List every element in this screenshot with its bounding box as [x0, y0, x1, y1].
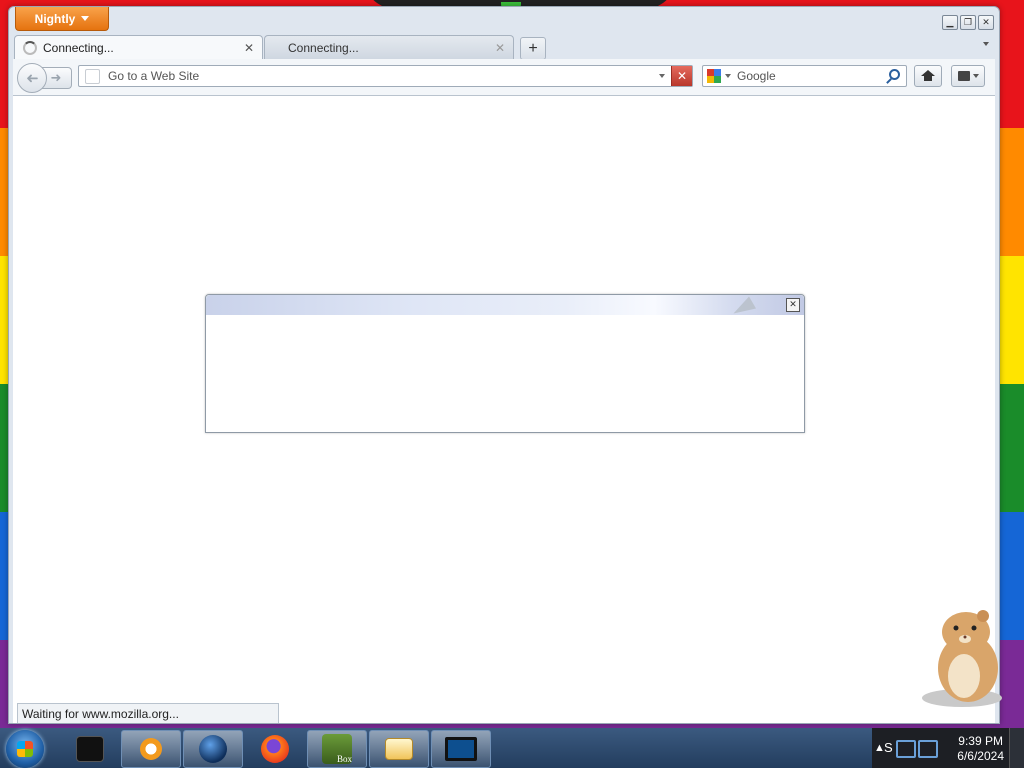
restore-icon: ❐	[963, 17, 973, 27]
search-icon[interactable]	[886, 68, 902, 84]
close-window-button[interactable]: ✕	[978, 15, 994, 30]
taskbar-item-box-game[interactable]: Box	[307, 730, 367, 768]
tab-strip: Connecting... ✕ Connecting... ✕ +	[14, 35, 999, 60]
url-input[interactable]: Go to a Web Site	[108, 69, 659, 83]
stop-button[interactable]: ✕	[671, 66, 692, 86]
monitor-icon	[445, 737, 477, 761]
tab-1[interactable]: Connecting... ✕	[14, 35, 263, 59]
popup-dialog: ✕	[205, 294, 805, 433]
site-identity-icon[interactable]	[85, 68, 100, 84]
terminal-icon	[76, 736, 104, 762]
network-icon[interactable]	[896, 740, 916, 758]
tab-2[interactable]: Connecting... ✕	[264, 35, 514, 59]
search-input[interactable]: Google	[737, 69, 886, 83]
plus-icon: +	[528, 39, 538, 57]
taskbar-item-display[interactable]	[431, 730, 491, 768]
taskbar-item-media-player[interactable]	[121, 730, 181, 768]
status-text: Waiting for www.mozilla.org...	[22, 707, 179, 721]
loading-spinner-icon	[23, 40, 37, 55]
tray-letter: S	[884, 740, 893, 755]
box-label: Box	[336, 754, 352, 764]
mouse-cursor-icon	[729, 296, 757, 320]
chevron-down-icon	[972, 74, 979, 78]
firefox-icon	[261, 735, 289, 763]
bookmarks-icon	[957, 71, 970, 81]
clock[interactable]: 9:39 PM 6/6/2024	[957, 734, 1004, 764]
display-settings-icon[interactable]	[918, 740, 938, 758]
url-history-dropdown-icon[interactable]	[659, 74, 665, 78]
navigation-toolbar: ➜ ➜ Go to a Web Site ✕ Google	[13, 59, 995, 96]
restore-button[interactable]: ❐	[960, 15, 976, 30]
status-panel: Waiting for www.mozilla.org...	[17, 703, 279, 723]
box-game-icon: Box	[322, 734, 352, 764]
app-menu-button[interactable]: Nightly	[15, 7, 109, 31]
taskbar-item-browser[interactable]	[183, 730, 243, 768]
clock-date: 6/6/2024	[957, 749, 1004, 763]
list-all-tabs-icon[interactable]	[983, 42, 989, 46]
forward-arrow-icon: ➜	[50, 70, 62, 85]
minimize-icon: ▁	[946, 17, 954, 27]
search-bar[interactable]: Google	[702, 65, 907, 87]
tab-label: Connecting...	[288, 40, 359, 55]
page-content: ✕ Waiting for www.mozilla.org...	[13, 96, 995, 723]
taskbar-item-terminal[interactable]	[60, 730, 120, 768]
taskbar-item-firefox[interactable]	[245, 730, 305, 768]
browser-window: Nightly ▁ ❐ ✕ Connecting... ✕ Connecting…	[8, 6, 1000, 724]
clock-time: 9:39 PM	[958, 734, 1003, 748]
minimize-button[interactable]: ▁	[942, 15, 958, 30]
hamster-mascot-icon	[922, 610, 1002, 707]
chevron-down-icon	[81, 16, 90, 21]
dialog-titlebar[interactable]: ✕	[206, 295, 804, 320]
url-bar[interactable]: Go to a Web Site ✕	[78, 65, 693, 87]
system-tray: ▲ S 9:39 PM 6/6/2024	[872, 728, 1024, 768]
new-tab-button[interactable]: +	[520, 37, 546, 60]
back-arrow-icon: ➜	[25, 70, 39, 87]
bookmarks-button[interactable]	[951, 65, 985, 87]
dialog-close-button[interactable]: ✕	[786, 298, 800, 312]
taskbar: Box ▲ S 9:39 PM 6/6/2024	[0, 728, 1024, 768]
close-tab-icon[interactable]: ✕	[495, 41, 505, 55]
start-button[interactable]	[6, 730, 44, 768]
search-engine-dropdown-icon[interactable]	[725, 74, 731, 78]
close-icon: ✕	[982, 17, 990, 27]
window-controls: ▁ ❐ ✕	[942, 15, 994, 30]
mail-icon	[385, 738, 413, 760]
google-icon[interactable]	[707, 69, 721, 83]
media-player-icon	[140, 738, 162, 760]
back-forward-group: ➜ ➜	[17, 63, 73, 93]
tab-label: Connecting...	[43, 40, 114, 55]
app-menu-label: Nightly	[34, 11, 76, 26]
taskbar-item-mail[interactable]	[369, 730, 429, 768]
back-button[interactable]: ➜	[17, 63, 47, 93]
close-tab-icon[interactable]: ✕	[244, 41, 254, 55]
show-desktop-button[interactable]	[1009, 728, 1024, 768]
home-icon	[921, 70, 935, 81]
globe-icon	[199, 735, 227, 763]
home-button[interactable]	[914, 65, 942, 87]
